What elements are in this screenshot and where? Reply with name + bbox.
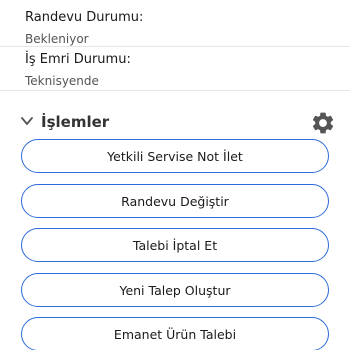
change-appointment-button[interactable]: Randevu Değiştir <box>21 184 329 218</box>
appointment-status: Randevu Durumu: Bekleniyor <box>25 10 143 47</box>
divider <box>0 90 350 91</box>
work-order-status-label: İş Emri Durumu: <box>25 52 131 67</box>
forward-note-button[interactable]: Yetkili Servise Not İlet <box>21 139 329 173</box>
appointment-status-label: Randevu Durumu: <box>25 10 144 25</box>
divider <box>0 46 350 47</box>
gear-icon[interactable] <box>310 110 336 136</box>
chevron-down-icon[interactable] <box>20 114 34 128</box>
actions-section-header[interactable]: İşlemler <box>18 110 336 136</box>
work-order-status-value: Teknisyende <box>25 74 99 88</box>
new-request-button[interactable]: Yeni Talep Oluştur <box>21 273 329 307</box>
loan-product-request-button[interactable]: Emanet Ürün Talebi <box>21 317 329 350</box>
work-order-status: İş Emri Durumu: Teknisyende <box>25 52 131 89</box>
actions-section-title: İşlemler <box>41 113 110 131</box>
cancel-request-button[interactable]: Talebi İptal Et <box>21 228 329 262</box>
page: Randevu Durumu: Bekleniyor İş Emri Durum… <box>0 0 350 350</box>
appointment-status-value: Bekleniyor <box>25 32 89 46</box>
